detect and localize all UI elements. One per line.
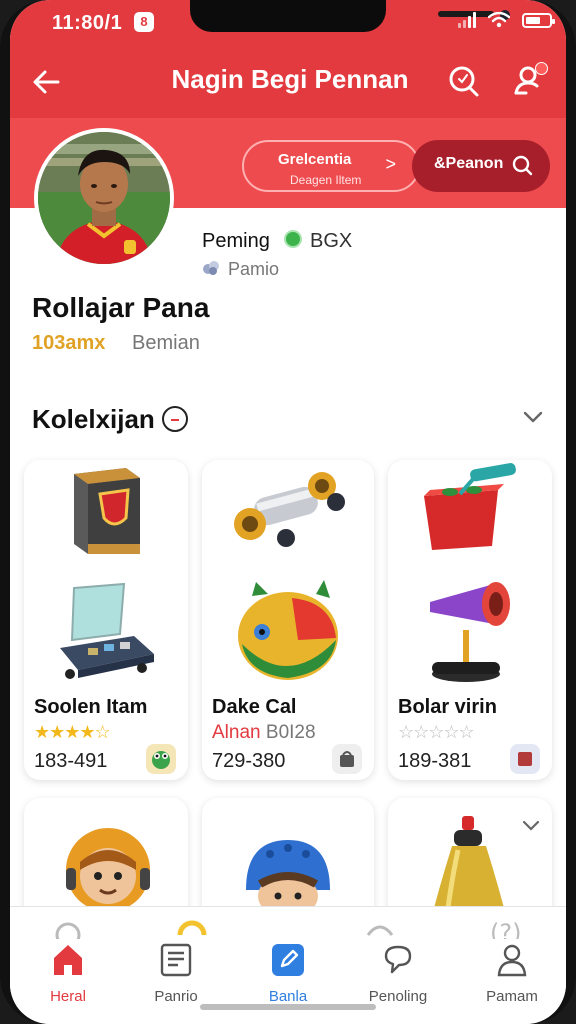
nav-label: Penoling bbox=[368, 988, 428, 1005]
pill-title: Grelcentia bbox=[278, 151, 352, 168]
item-card[interactable]: Bolar virin ☆☆☆☆☆ 189-381 bbox=[388, 460, 552, 780]
notification-dot bbox=[535, 62, 548, 75]
item-name: Soolen Itam bbox=[34, 696, 148, 718]
profile-stat-value: 103amx bbox=[32, 332, 106, 354]
photo-badge-icon[interactable] bbox=[510, 744, 540, 774]
item-rating: ★★★★☆ bbox=[34, 722, 111, 742]
avatar-photo bbox=[38, 132, 170, 264]
bell-item-image bbox=[434, 816, 504, 908]
nav-label: Banla bbox=[268, 988, 308, 1005]
ball-creature-image bbox=[238, 580, 338, 680]
coin-icon bbox=[284, 230, 302, 248]
home-indicator[interactable] bbox=[200, 1004, 376, 1010]
helmet-kid-item-image bbox=[246, 840, 330, 914]
item-name: Dake Cal bbox=[212, 696, 297, 718]
section-title: Kolelxijan bbox=[32, 404, 155, 434]
level-name: Peming bbox=[202, 230, 270, 252]
profile-stat-label: Bemian bbox=[132, 332, 200, 354]
document-icon bbox=[160, 943, 192, 977]
chevron-down-icon[interactable] bbox=[520, 814, 542, 836]
back-arrow-icon bbox=[33, 70, 60, 94]
item-subtitle: Alnan B0I28 bbox=[212, 722, 316, 744]
group-icon bbox=[203, 261, 219, 275]
item-price: 183-491 bbox=[34, 750, 108, 772]
nav-item-news[interactable]: Panrio bbox=[126, 934, 226, 1014]
avatar[interactable] bbox=[34, 128, 174, 268]
bag-badge-icon[interactable] bbox=[332, 744, 362, 774]
nav-label: Pamam bbox=[486, 988, 538, 1005]
item-price: 189-381 bbox=[398, 750, 472, 772]
battery-icon bbox=[522, 12, 555, 28]
item-price: 729-380 bbox=[212, 750, 286, 772]
user-icon bbox=[497, 944, 527, 977]
sub-text: Pamio bbox=[228, 259, 280, 279]
item-subtitle-b: B0I28 bbox=[265, 722, 316, 743]
collapse-icon[interactable] bbox=[162, 406, 188, 432]
item-name: Bolar virin bbox=[398, 696, 497, 718]
tray-item-image bbox=[60, 582, 154, 679]
feature-pill-button[interactable]: Grelcentia Deagen Iltem > bbox=[242, 140, 420, 192]
notch bbox=[190, 0, 510, 32]
astronaut-item-image bbox=[66, 828, 150, 912]
pill-subtitle: Deagen Iltem bbox=[290, 173, 362, 187]
phone-frame: 11:80/1 8 Nagin Begi Pennan Grelcentia D… bbox=[0, 0, 576, 1024]
item-card[interactable]: Soolen Itam ★★★★☆ 183-491 bbox=[24, 460, 188, 780]
status-icons bbox=[458, 12, 555, 28]
nav-item-messages[interactable]: Penoling bbox=[348, 934, 448, 1014]
nav-label: Heral bbox=[50, 988, 86, 1005]
megaphone-item-image bbox=[430, 582, 510, 682]
chevron-down-icon[interactable] bbox=[520, 404, 546, 430]
status-time: 11:80/1 bbox=[52, 12, 123, 34]
signal-icon bbox=[458, 12, 476, 28]
chat-bubble-icon bbox=[384, 945, 412, 974]
back-button[interactable] bbox=[28, 62, 68, 102]
planter-item-image bbox=[424, 463, 516, 550]
chevron-right-icon: > bbox=[385, 154, 396, 174]
nav-label: Panrio bbox=[154, 988, 198, 1005]
app-screen: 11:80/1 8 Nagin Begi Pennan Grelcentia D… bbox=[10, 0, 566, 1024]
wifi-icon bbox=[488, 12, 510, 28]
profile-name: Rollajar Pana bbox=[32, 292, 210, 323]
coin-text: BGX bbox=[310, 230, 353, 252]
box-item-image bbox=[74, 468, 140, 554]
search-button[interactable] bbox=[446, 62, 482, 100]
edit-icon bbox=[272, 944, 304, 976]
item-rating: ☆☆☆☆☆ bbox=[398, 722, 475, 742]
page-title: Nagin Begi Pennan bbox=[171, 64, 409, 94]
search-icon bbox=[512, 155, 533, 176]
search-pill-label: &Peanon bbox=[434, 155, 504, 172]
search-pill-button[interactable]: &Peanon bbox=[412, 140, 550, 192]
profile-button[interactable] bbox=[510, 60, 550, 100]
search-icon bbox=[449, 66, 479, 97]
nav-item-profile[interactable]: Pamam bbox=[462, 934, 562, 1014]
status-notification-badge: 8 bbox=[134, 12, 154, 32]
nav-item-home[interactable]: Heral bbox=[18, 934, 118, 1014]
item-subtitle-a: Alnan bbox=[212, 722, 261, 743]
nav-item-edit[interactable]: Banla bbox=[238, 934, 338, 1014]
home-icon bbox=[54, 945, 82, 975]
item-card[interactable]: Dake Cal Alnan B0I28 729-380 bbox=[202, 460, 374, 780]
roller-item-image bbox=[234, 472, 345, 547]
frog-badge-icon[interactable] bbox=[146, 744, 176, 774]
